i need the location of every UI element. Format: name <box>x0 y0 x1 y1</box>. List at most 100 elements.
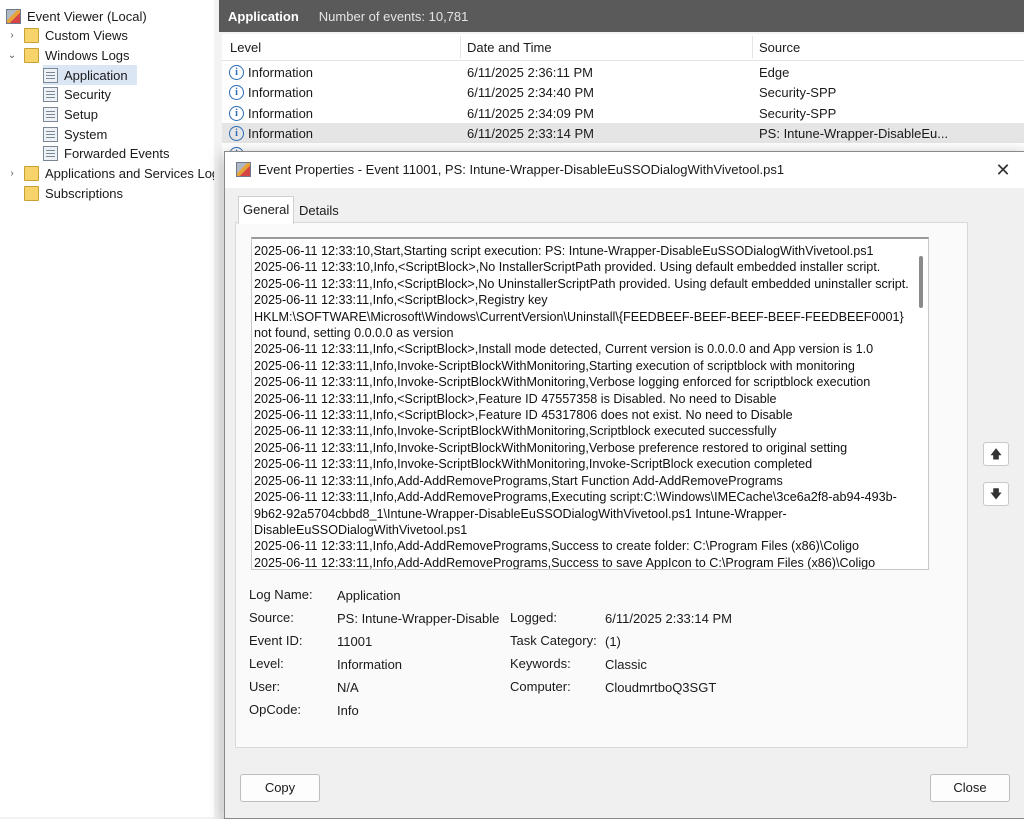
event-viewer-icon <box>6 8 21 24</box>
description-line: 2025-06-11 12:33:11,Info,Add-AddRemovePr… <box>254 490 897 537</box>
event-datetime: 6/11/2025 2:34:09 PM <box>467 106 594 121</box>
scrollbar-thumb[interactable] <box>919 256 923 308</box>
folder-icon <box>24 165 39 181</box>
folder-icon <box>24 185 39 201</box>
log-title: Application <box>228 8 299 24</box>
description-line: 2025-06-11 12:33:11,Info,Invoke-ScriptBl… <box>254 375 871 390</box>
task-category-label: Task Category: <box>510 633 597 648</box>
column-header-source[interactable]: Source <box>759 40 800 55</box>
column-header-level[interactable]: Level <box>230 40 261 55</box>
log-icon <box>43 106 58 122</box>
tree-item-forwarded-events[interactable]: Forwarded Events <box>43 143 170 163</box>
close-icon[interactable]: ✕ <box>991 158 1015 182</box>
event-description-box[interactable]: 2025-06-11 12:33:10,Start,Starting scrip… <box>251 237 929 570</box>
information-icon: i <box>229 65 244 80</box>
opcode-label: OpCode: <box>249 702 302 717</box>
event-source: Edge <box>759 65 790 80</box>
description-line: 2025-06-11 12:33:11,Info,Invoke-ScriptBl… <box>254 424 777 439</box>
tree-item-setup[interactable]: Setup <box>43 104 98 124</box>
event-properties-dialog: Event Properties - Event 11001, PS: Intu… <box>224 151 1024 819</box>
next-event-button[interactable]: 🡇 <box>983 482 1009 506</box>
event-count: Number of events: 10,781 <box>318 8 469 24</box>
tree-item-label: Subscriptions <box>45 185 124 201</box>
event-viewer-icon <box>236 162 251 177</box>
tree-item-label: Windows Logs <box>45 47 130 63</box>
dialog-titlebar[interactable]: Event Properties - Event 11001, PS: Intu… <box>225 152 1024 188</box>
tree-item-label: System <box>64 126 108 142</box>
tab-details[interactable]: Details <box>295 201 343 223</box>
table-row-selected[interactable]: i Information 6/11/2025 2:33:14 PM PS: I… <box>222 123 1024 143</box>
tree-item-label: Forwarded Events <box>64 145 170 161</box>
folder-icon <box>24 47 39 63</box>
column-headers: Level Date and Time Source <box>222 34 1024 61</box>
column-header-date-time[interactable]: Date and Time <box>467 40 552 55</box>
opcode-value: Info <box>337 703 359 718</box>
information-icon: i <box>229 85 244 100</box>
log-name-label: Log Name: <box>249 587 313 602</box>
logged-label: Logged: <box>510 610 557 625</box>
table-row[interactable]: i Information 6/11/2025 2:34:40 PM Secur… <box>222 82 1024 102</box>
source-value: PS: Intune-Wrapper-DisableE <box>337 611 499 626</box>
tab-general[interactable]: General <box>238 196 295 224</box>
keywords-label: Keywords: <box>510 656 571 671</box>
description-line: 2025-06-11 12:33:11,Info,<ScriptBlock>,I… <box>254 342 874 357</box>
log-icon <box>43 67 58 83</box>
event-datetime: 6/11/2025 2:36:11 PM <box>467 65 594 80</box>
chevron-down-icon[interactable]: ⌄ <box>6 50 18 61</box>
tree-item-subscriptions[interactable]: Subscriptions <box>24 183 123 203</box>
event-source: Security-SPP <box>759 106 837 121</box>
description-line: 2025-06-11 12:33:11,Info,<ScriptBlock>,F… <box>254 391 777 406</box>
description-line: 2025-06-11 12:33:11,Info,<ScriptBlock>,R… <box>254 293 908 341</box>
folder-icon <box>24 27 39 43</box>
chevron-right-icon[interactable]: › <box>6 30 18 41</box>
keywords-value: Classic <box>605 657 647 672</box>
event-source: PS: Intune-Wrapper-DisableEu... <box>759 126 949 141</box>
description-line: 2025-06-11 12:33:10,Info,<ScriptBlock>,N… <box>254 260 881 275</box>
previous-event-button[interactable]: 🡅 <box>983 442 1009 466</box>
chevron-right-icon[interactable]: › <box>6 168 18 179</box>
tree-item-event-viewer[interactable]: Event Viewer (Local) <box>6 6 147 26</box>
event-level: Information <box>248 85 314 100</box>
event-level: Information <box>248 65 314 80</box>
log-header: Application Number of events: 10,781 <box>219 0 1024 32</box>
pane-splitter[interactable] <box>214 0 219 817</box>
description-line: 2025-06-11 12:33:11,Info,Add-AddRemovePr… <box>254 539 860 554</box>
description-line: 2025-06-11 12:33:11,Info,Add-AddRemovePr… <box>254 555 876 570</box>
description-line: 2025-06-11 12:33:11,Info,Add-AddRemovePr… <box>254 473 783 488</box>
tree-item-application[interactable]: Application <box>43 65 137 85</box>
event-source: Security-SPP <box>759 85 837 100</box>
tree-item-security[interactable]: Security <box>43 84 111 104</box>
tree-item-windows-logs[interactable]: ⌄ Windows Logs <box>6 45 130 65</box>
tree-item-label: Event Viewer (Local) <box>27 8 147 24</box>
user-value: N/A <box>337 680 359 695</box>
computer-label: Computer: <box>510 679 571 694</box>
description-line: 2025-06-11 12:33:10,Start,Starting scrip… <box>254 244 874 258</box>
arrow-down-icon: 🡇 <box>989 487 1003 501</box>
information-icon: i <box>229 106 244 121</box>
tree-item-system[interactable]: System <box>43 124 107 144</box>
general-tab-panel: 2025-06-11 12:33:10,Start,Starting scrip… <box>235 222 968 748</box>
log-icon <box>43 86 58 102</box>
tree-item-label: Applications and Services Logs <box>45 165 215 181</box>
user-label: User: <box>249 679 281 694</box>
table-row[interactable]: i Information 6/11/2025 2:36:11 PM Edge <box>222 62 1024 82</box>
close-button[interactable]: Close <box>930 774 1010 802</box>
source-label: Source: <box>249 610 294 625</box>
tree-item-custom-views[interactable]: › Custom Views <box>6 25 128 45</box>
level-value: Information <box>337 657 403 672</box>
column-divider[interactable] <box>460 36 461 58</box>
description-line: 2025-06-11 12:33:11,Info,<ScriptBlock>,F… <box>254 408 793 423</box>
computer-value: CloudmrtboQ3SGT <box>605 680 717 695</box>
level-label: Level: <box>249 656 284 671</box>
tree-item-label: Setup <box>64 106 98 122</box>
event-level: Information <box>248 126 314 141</box>
table-row[interactable]: i Information 6/11/2025 2:34:09 PM Secur… <box>222 103 1024 123</box>
dialog-title: Event Properties - Event 11001, PS: Intu… <box>258 162 785 177</box>
event-id-value: 11001 <box>337 634 373 649</box>
copy-button[interactable]: Copy <box>240 774 320 802</box>
logged-value: 6/11/2025 2:33:14 PM <box>605 611 732 626</box>
description-scrollbar[interactable] <box>914 239 928 569</box>
tree-item-apps-services-logs[interactable]: › Applications and Services Logs <box>6 163 215 183</box>
event-datetime: 6/11/2025 2:33:14 PM <box>467 126 594 141</box>
column-divider[interactable] <box>752 36 753 58</box>
